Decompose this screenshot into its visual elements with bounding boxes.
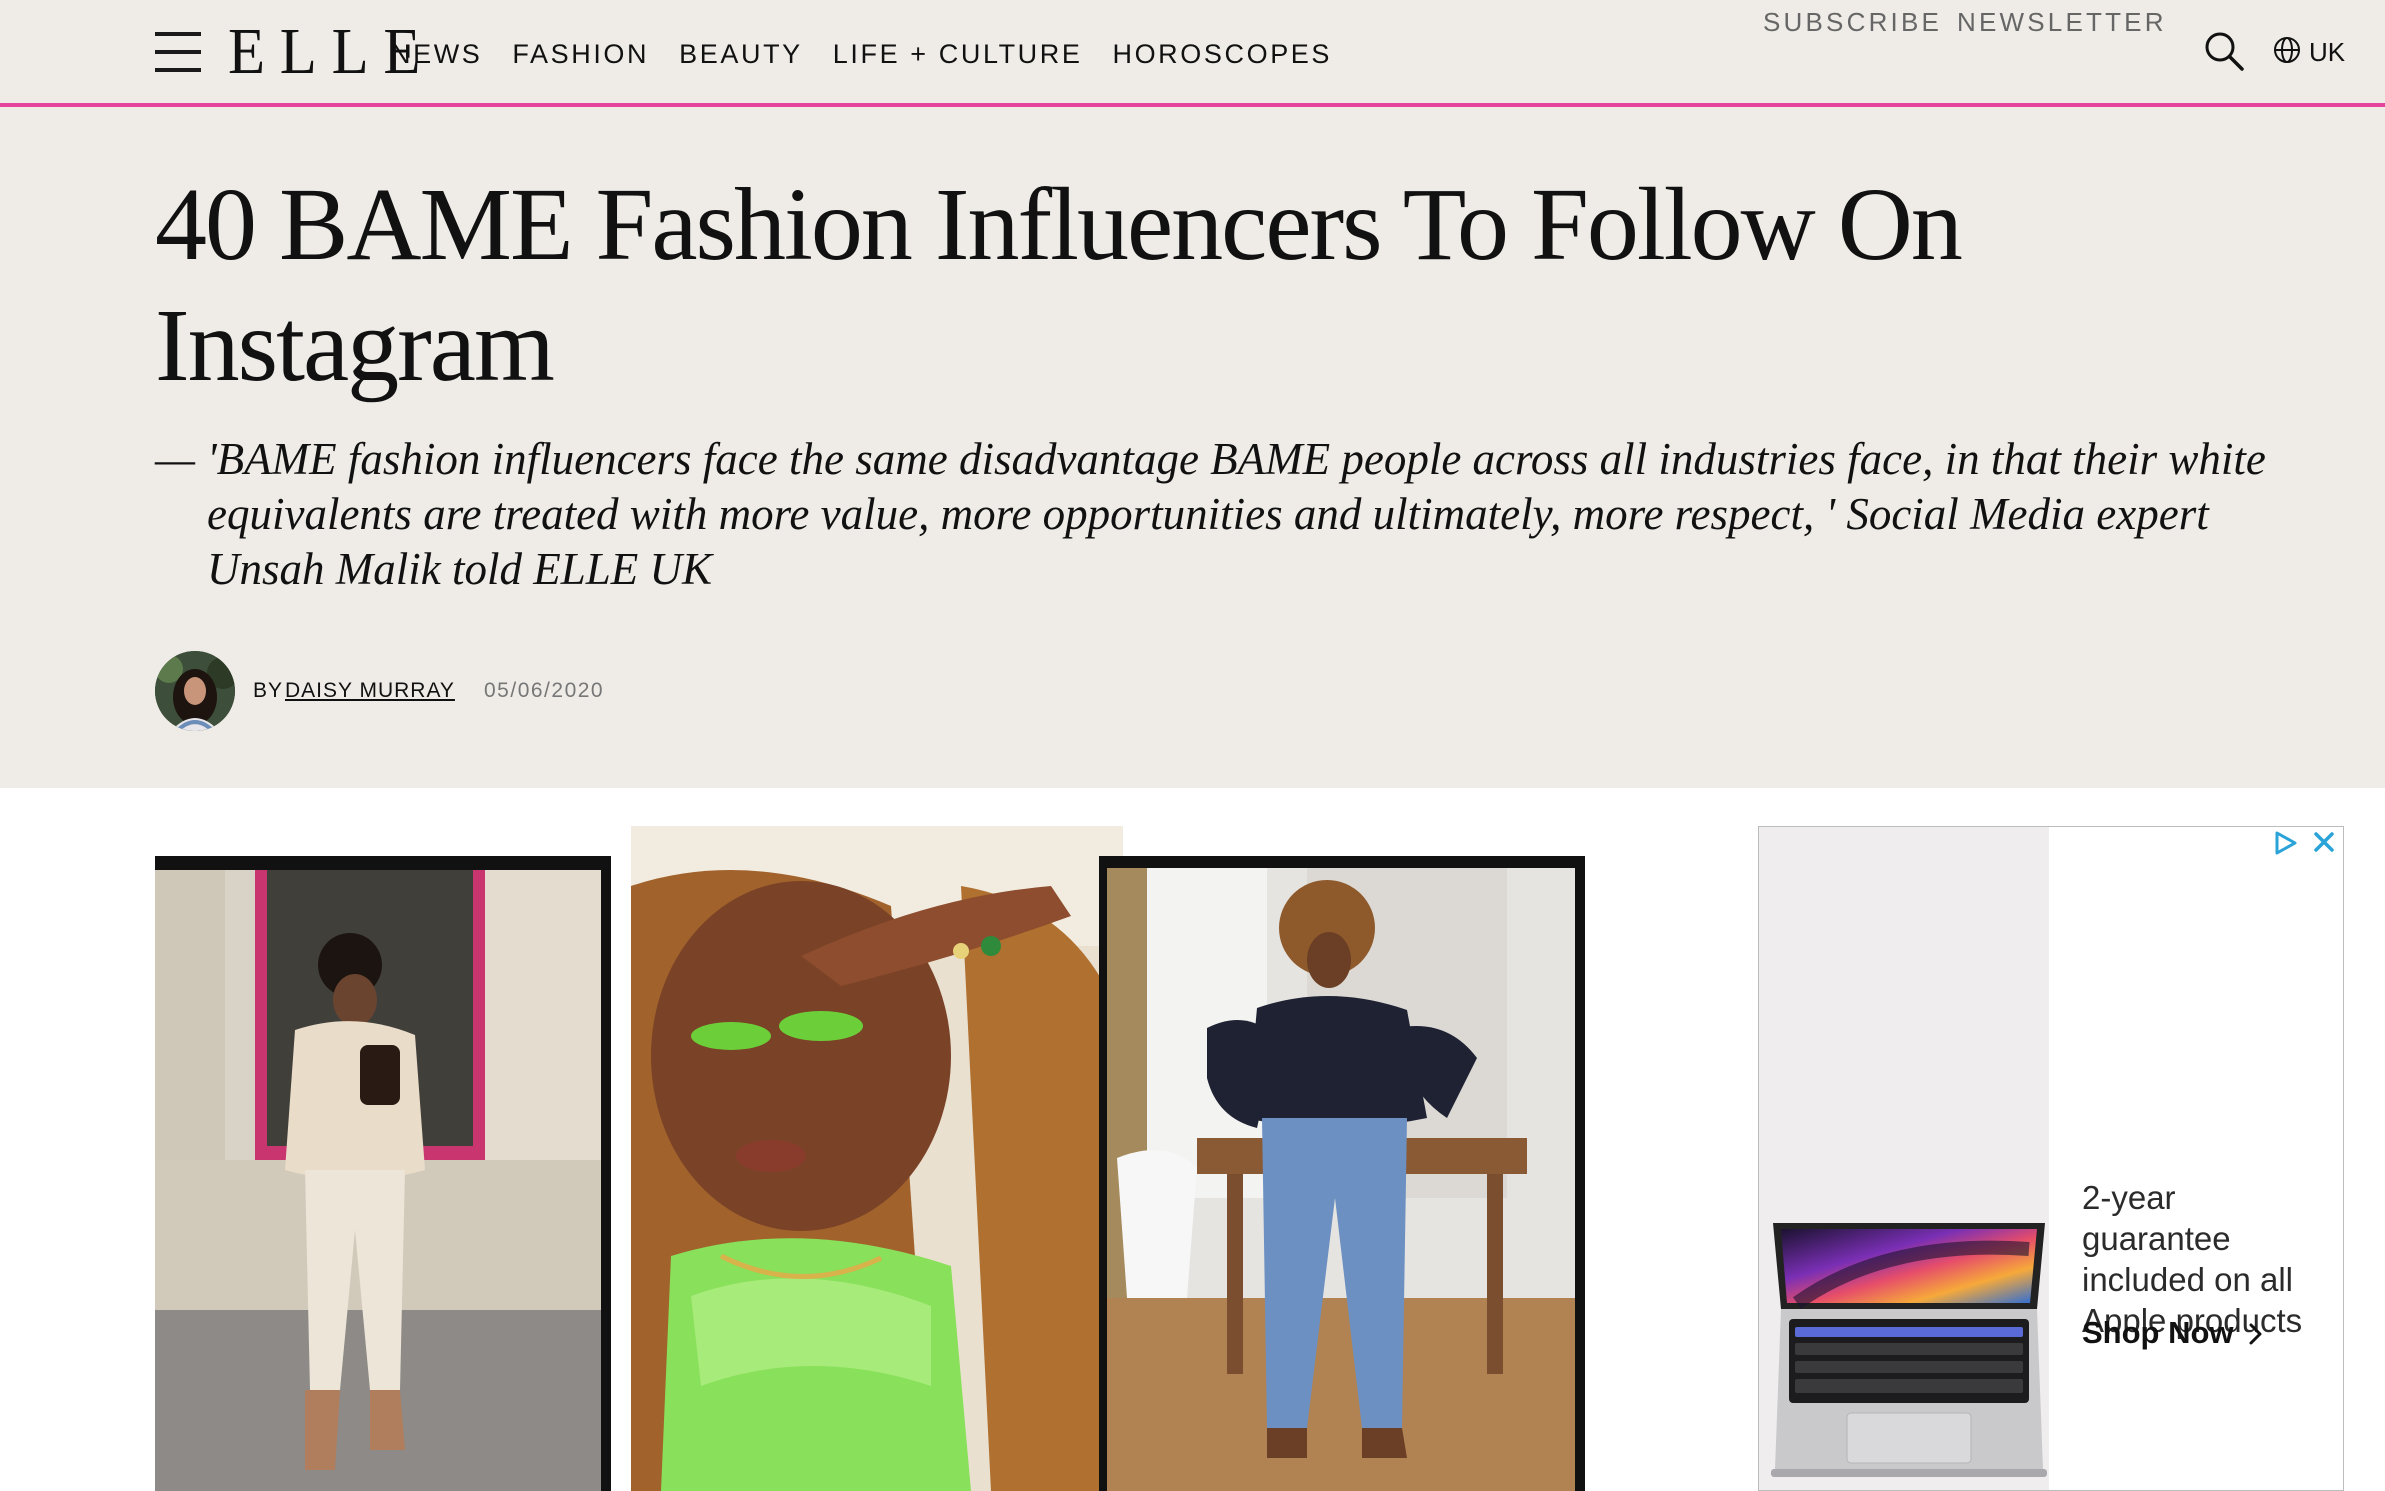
subscribe-link[interactable]: SUBSCRIBE [1763, 4, 1942, 40]
nav-item-news[interactable]: NEWS [391, 36, 482, 72]
nav-item-horoscopes[interactable]: HOROSCOPES [1112, 36, 1332, 72]
author-avatar[interactable] [155, 651, 235, 731]
chevron-right-icon [2242, 1315, 2264, 1350]
byline: BY DAISY MURRAY 05/06/2020 [155, 651, 955, 731]
publish-date: 05/06/2020 [484, 679, 605, 702]
ad-shop-now-link[interactable]: Shop Now [2082, 1315, 2264, 1351]
advertisement[interactable]: 2-year guarantee included on all Apple p… [1758, 826, 2344, 1491]
nav-item-life-culture[interactable]: LIFE + CULTURE [833, 36, 1083, 72]
primary-nav: NEWS FASHION BEAUTY LIFE + CULTURE HOROS… [391, 36, 1362, 72]
article-hero: 40 BAME Fashion Influencers To Follow On… [0, 107, 2385, 788]
region-selector[interactable]: UK [2273, 34, 2345, 70]
globe-icon [2273, 36, 2301, 69]
byline-prefix: BY [253, 679, 284, 702]
lead-photo-green-makeup [631, 826, 1123, 1491]
article-dek: — 'BAME fashion influencers face the sam… [155, 432, 2305, 597]
lead-image-collage [155, 826, 1585, 1491]
site-header: ELLE NEWS FASHION BEAUTY LIFE + CULTURE … [0, 0, 2385, 107]
ad-cta-label: Shop Now [2082, 1315, 2234, 1350]
close-icon[interactable] [2309, 829, 2339, 857]
hamburger-menu-icon[interactable] [155, 32, 201, 72]
article-title: 40 BAME Fashion Influencers To Follow On… [155, 167, 1963, 403]
dek-text: 'BAME fashion influencers face the same … [207, 434, 2266, 594]
newsletter-link[interactable]: NEWSLETTER [1957, 4, 2167, 40]
author-link[interactable]: DAISY MURRAY [285, 679, 455, 703]
adchoices-icon[interactable] [2271, 829, 2299, 857]
search-icon[interactable] [2203, 30, 2245, 72]
region-label: UK [2309, 37, 2346, 67]
lead-photo-interior-denim [1099, 856, 1585, 1491]
nav-item-fashion[interactable]: FASHION [512, 36, 649, 72]
dek-dash: — [155, 434, 196, 484]
nav-item-beauty[interactable]: BEAUTY [679, 36, 803, 72]
lead-photo-street-style [155, 856, 611, 1491]
laptop-product-image [1767, 1219, 2051, 1481]
